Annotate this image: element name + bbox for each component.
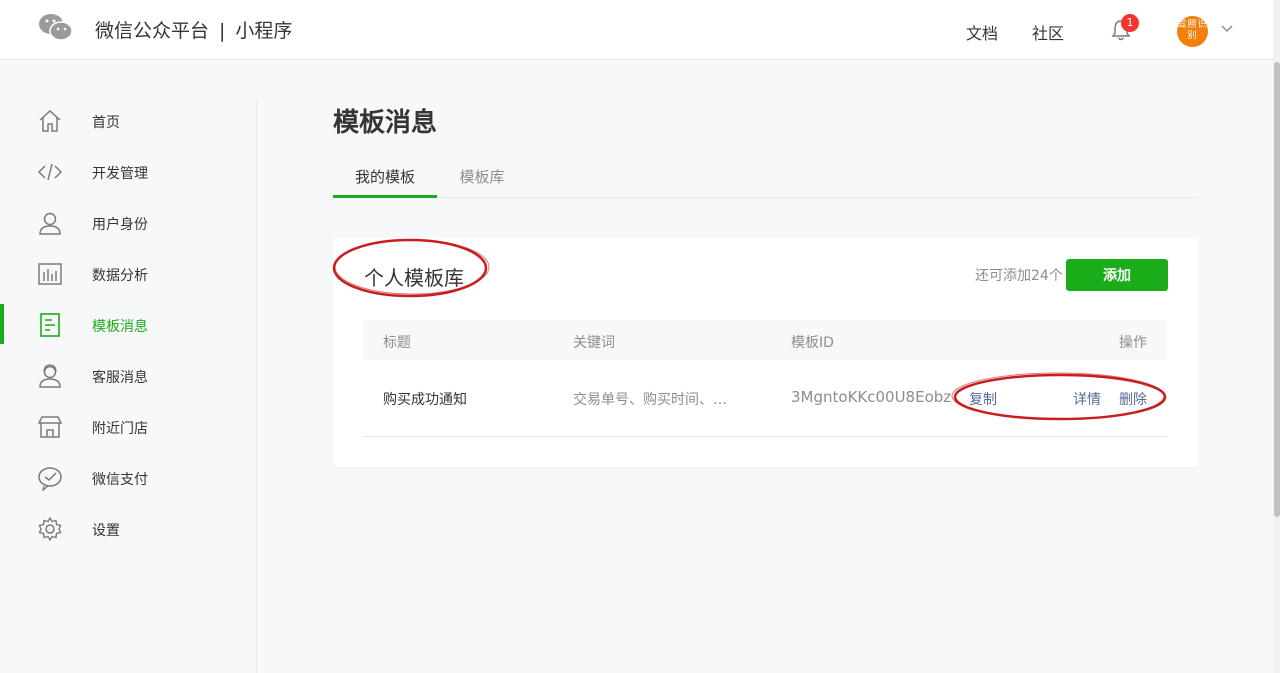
tab-my-templates[interactable]: 我的模板 xyxy=(333,160,437,198)
document-icon xyxy=(40,313,60,337)
sidebar-item-label: 开发管理 xyxy=(92,166,148,182)
table-row: 购买成功通知 交易单号、购买时间、… 3MgntoKKc00U8Eobz… 复制… xyxy=(363,360,1167,437)
docs-link[interactable]: 文档 xyxy=(966,20,998,44)
scrollbar-thumb[interactable] xyxy=(1274,62,1280,517)
page-title: 模板消息 xyxy=(333,108,438,138)
code-icon xyxy=(37,163,63,181)
sidebar-item-wechat-pay[interactable]: 微信支付 xyxy=(0,457,256,497)
column-header-keywords: 关键词 xyxy=(573,335,615,351)
sidebar-item-label: 附近门店 xyxy=(92,421,148,437)
sidebar-item-label: 数据分析 xyxy=(92,268,148,284)
wechat-pay-icon xyxy=(38,467,62,491)
sidebar-item-label: 首页 xyxy=(92,115,120,131)
user-icon xyxy=(39,212,61,235)
community-link[interactable]: 社区 xyxy=(1032,20,1064,44)
wechat-logo-icon[interactable] xyxy=(38,12,74,44)
row-template-id: 3MgntoKKc00U8Eobz… xyxy=(791,388,951,406)
sidebar-item-label: 用户身份 xyxy=(92,217,148,233)
gear-icon xyxy=(38,516,62,542)
sidebar-item-label: 模板消息 xyxy=(92,319,148,335)
sidebar-item-nearby-store[interactable]: 附近门店 xyxy=(0,406,256,446)
customer-service-icon xyxy=(39,364,61,388)
home-icon xyxy=(39,109,61,132)
sidebar-item-label: 设置 xyxy=(92,523,120,539)
tab-bar: 我的模板 模板库 xyxy=(333,160,1198,198)
brand-sub: 小程序 xyxy=(235,20,293,42)
sidebar-item-label: 客服消息 xyxy=(92,370,148,386)
column-header-actions: 操作 xyxy=(1119,335,1147,351)
bar-chart-icon xyxy=(38,263,62,285)
details-link[interactable]: 详情 xyxy=(1073,389,1101,409)
card-title: 个人模板库 xyxy=(364,266,464,290)
row-title: 购买成功通知 xyxy=(383,392,467,408)
brand-main: 微信公众平台 xyxy=(95,20,210,42)
remaining-count: 还可添加24个 xyxy=(975,268,1063,284)
add-button[interactable]: 添加 xyxy=(1066,259,1168,291)
sidebar-item-analytics[interactable]: 数据分析 xyxy=(0,253,256,293)
column-header-title: 标题 xyxy=(383,335,411,351)
store-icon xyxy=(37,416,63,438)
sidebar-item-customer-service[interactable]: 客服消息 xyxy=(0,355,256,395)
table-header: 标题 关键词 模板ID 操作 xyxy=(363,320,1167,360)
notification-badge: 1 xyxy=(1121,14,1139,32)
avatar[interactable]: 驾照识别 xyxy=(1177,16,1208,47)
column-header-template-id: 模板ID xyxy=(791,335,834,351)
top-bar: 微信公众平台 | 小程序 文档 社区 1 驾照识别 xyxy=(0,0,1280,60)
template-card: 个人模板库 还可添加24个 添加 标题 关键词 模板ID 操作 购买成功通知 交… xyxy=(333,238,1198,467)
row-keywords: 交易单号、购买时间、… xyxy=(573,392,727,408)
sidebar-item-template-message[interactable]: 模板消息 xyxy=(0,304,256,344)
sidebar-item-user-identity[interactable]: 用户身份 xyxy=(0,202,256,242)
tab-template-library[interactable]: 模板库 xyxy=(449,160,515,198)
sidebar-item-home[interactable]: 首页 xyxy=(0,100,256,140)
brand-title[interactable]: 微信公众平台 | 小程序 xyxy=(95,16,292,43)
chevron-down-icon[interactable] xyxy=(1220,24,1234,34)
brand-separator: | xyxy=(219,20,226,42)
sidebar-item-dev[interactable]: 开发管理 xyxy=(0,151,256,191)
sidebar-item-label: 微信支付 xyxy=(92,472,148,488)
copy-link[interactable]: 复制 xyxy=(969,389,997,409)
sidebar-item-settings[interactable]: 设置 xyxy=(0,508,256,548)
sidebar: 首页 开发管理 用户身份 数据分析 模板消息 客服消息 附近门店 微信支付 设置 xyxy=(0,100,257,673)
delete-link[interactable]: 删除 xyxy=(1119,389,1147,409)
